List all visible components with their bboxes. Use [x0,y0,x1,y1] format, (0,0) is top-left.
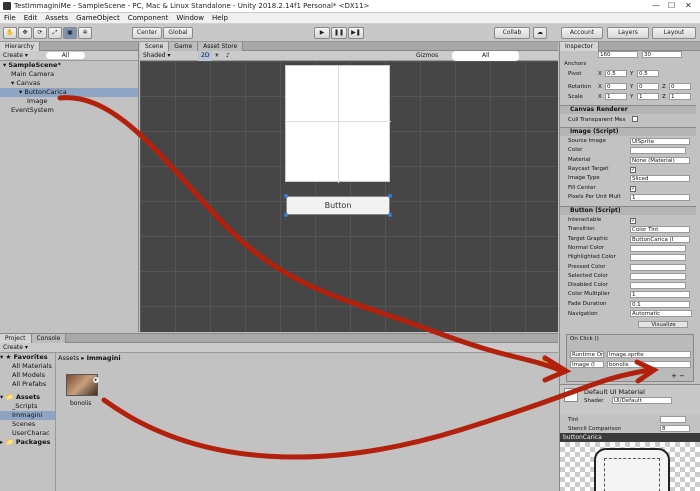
annotation-arrows [57,95,660,460]
arrow-bonolis-to-sprite [101,367,653,460]
arrow-image-to-target [57,95,563,373]
